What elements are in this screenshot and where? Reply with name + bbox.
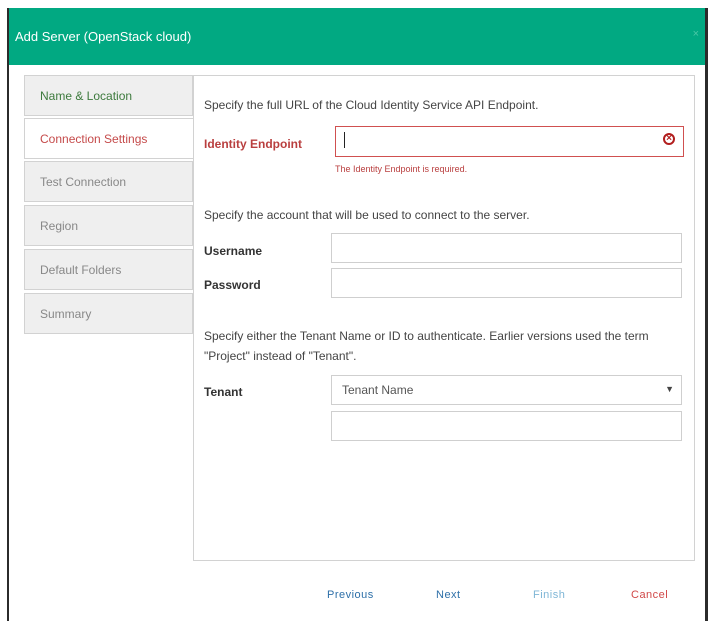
background-app-strip [0, 0, 708, 8]
tenant-instruction-line2: "Project" instead of "Tenant". [204, 349, 357, 363]
cancel-button[interactable]: Cancel [631, 589, 668, 601]
password-input[interactable] [331, 268, 682, 298]
password-label: Password [204, 278, 261, 292]
dialog-body: Name & Location Connection Settings Test… [9, 65, 705, 621]
step-name-location[interactable]: Name & Location [24, 75, 193, 116]
step-connection-settings[interactable]: Connection Settings [24, 118, 194, 159]
account-instruction: Specify the account that will be used to… [204, 208, 530, 222]
tenant-type-select[interactable]: Tenant Name ▼ [331, 375, 682, 405]
caret-down-icon: ▼ [665, 384, 674, 394]
circle-x-icon[interactable]: × [663, 133, 675, 145]
close-icon[interactable]: × [693, 28, 699, 40]
tenant-label: Tenant [204, 385, 243, 399]
tenant-instruction-line1: Specify either the Tenant Name or ID to … [204, 329, 649, 343]
identity-endpoint-input[interactable]: × [335, 126, 684, 157]
username-label: Username [204, 244, 263, 258]
tenant-type-value: Tenant Name [342, 383, 414, 397]
identity-endpoint-label: Identity Endpoint [204, 137, 302, 151]
identity-endpoint-error: The Identity Endpoint is required. [335, 164, 468, 174]
tenant-input[interactable] [331, 411, 682, 441]
connection-settings-panel: Specify the full URL of the Cloud Identi… [193, 75, 695, 561]
finish-button[interactable]: Finish [533, 589, 565, 601]
step-summary[interactable]: Summary [24, 293, 193, 334]
text-caret [344, 132, 345, 148]
previous-button[interactable]: Previous [327, 589, 374, 601]
dialog-header: Add Server (OpenStack cloud) × [9, 8, 705, 65]
username-input[interactable] [331, 233, 682, 263]
next-button[interactable]: Next [436, 589, 461, 601]
endpoint-instruction: Specify the full URL of the Cloud Identi… [204, 98, 539, 112]
step-test-connection[interactable]: Test Connection [24, 161, 193, 202]
step-default-folders[interactable]: Default Folders [24, 249, 193, 290]
step-region[interactable]: Region [24, 205, 193, 246]
dialog-title: Add Server (OpenStack cloud) [15, 29, 192, 44]
